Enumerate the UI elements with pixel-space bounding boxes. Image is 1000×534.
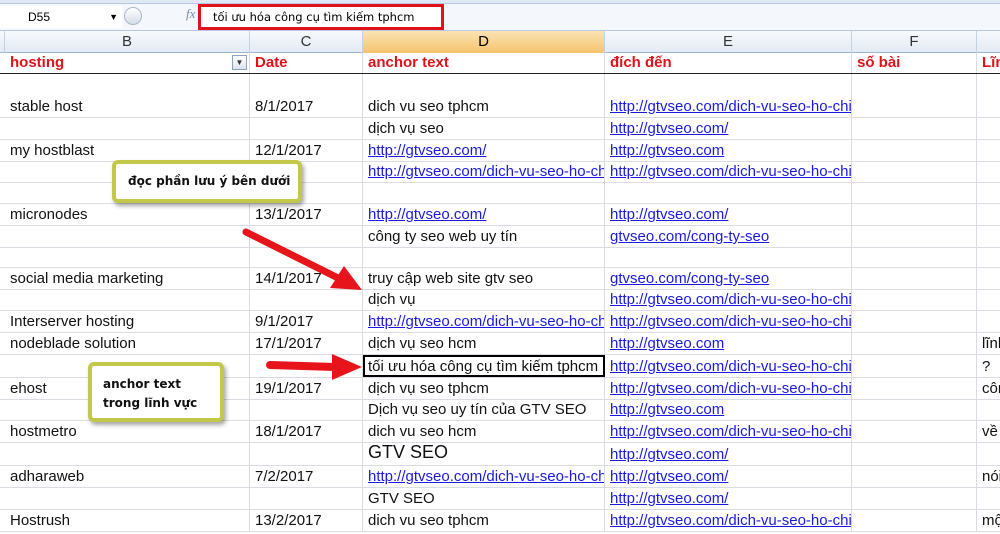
annotation-arrows	[242, 228, 362, 380]
arrow-1	[242, 228, 362, 290]
arrow-2	[266, 354, 362, 380]
